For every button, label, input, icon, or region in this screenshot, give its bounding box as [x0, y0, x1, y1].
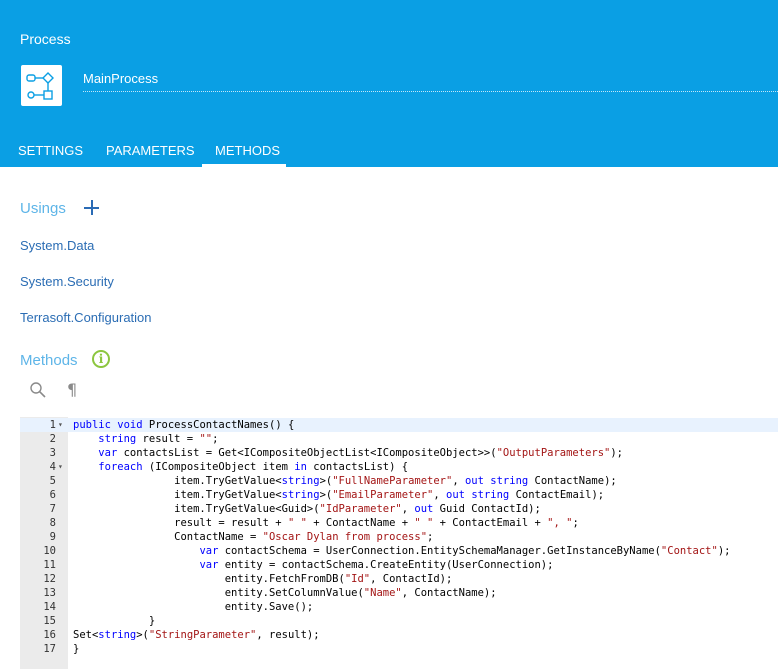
add-using-plus-icon[interactable] — [84, 200, 99, 215]
process-header: Process MainProcess SETTINGS PARAMETERS … — [0, 0, 778, 167]
line-number: 9 — [49, 531, 56, 543]
line-number: 13 — [43, 587, 56, 599]
line-number: 14 — [43, 601, 56, 613]
code-line[interactable]: 12 entity.FetchFromDB("Id", ContactId); — [20, 572, 778, 586]
code-line[interactable]: 9 ContactName = "Oscar Dylan from proces… — [20, 530, 778, 544]
code-text: foreach (ICompositeObject item in contac… — [98, 461, 409, 473]
tab-methods[interactable]: METHODS — [215, 143, 280, 158]
search-icon[interactable] — [29, 381, 47, 399]
process-name-field[interactable]: MainProcess — [83, 71, 158, 86]
code-text: item.TryGetValue<string>("EmailParameter… — [73, 489, 605, 501]
line-number: 4 — [49, 461, 56, 473]
line-number: 12 — [43, 573, 56, 585]
code-line[interactable]: 8 result = result + " " + ContactName + … — [20, 516, 778, 530]
usings-title: Usings — [20, 200, 66, 217]
line-number: 5 — [49, 475, 56, 487]
using-item-terrasoft-configuration[interactable]: Terrasoft.Configuration — [20, 310, 152, 325]
fold-arrow-icon[interactable]: ▾ — [58, 418, 63, 432]
code-text: item.TryGetValue<Guid>("IdParameter", ou… — [73, 503, 541, 515]
code-editor[interactable]: 1 ▾ public void ProcessContactNames() {2 s… — [20, 417, 778, 669]
code-line[interactable]: 10 var contactSchema = UserConnection.En… — [20, 544, 778, 558]
code-text: entity.Save(); — [73, 601, 314, 613]
code-text: var entity = contactSchema.CreateEntity(… — [199, 559, 554, 571]
code-text: } — [73, 615, 156, 627]
line-number: 10 — [43, 545, 56, 557]
code-text: var contactsList = Get<ICompositeObjectL… — [98, 447, 624, 459]
code-line[interactable]: 11 var entity = contactSchema.CreateEnti… — [20, 558, 778, 572]
code-line[interactable]: 6 item.TryGetValue<string>("EmailParamet… — [20, 488, 778, 502]
code-text: public void ProcessContactNames() { — [73, 419, 295, 431]
code-text: } — [73, 643, 80, 655]
code-line[interactable]: 4 ▾ foreach (ICompositeObject item in con… — [20, 460, 778, 474]
code-line[interactable]: 3 var contactsList = Get<ICompositeObjec… — [20, 446, 778, 460]
code-line[interactable]: 15 } — [20, 614, 778, 628]
line-number: 11 — [43, 559, 56, 571]
code-line[interactable]: 14 entity.Save(); — [20, 600, 778, 614]
header-title: Process — [20, 31, 71, 47]
code-text: var contactSchema = UserConnection.Entit… — [199, 545, 731, 557]
tab-settings[interactable]: SETTINGS — [18, 143, 83, 158]
process-diagram-icon[interactable] — [21, 65, 62, 106]
line-number: 16 — [43, 629, 56, 641]
code-line[interactable]: 1 ▾ public void ProcessContactNames() { — [20, 418, 778, 432]
fold-arrow-icon[interactable]: ▾ — [58, 460, 63, 474]
active-tab-indicator — [202, 164, 286, 167]
code-text: Set<string>("StringParameter", result); — [73, 629, 320, 641]
code-line[interactable]: 16 Set<string>("StringParameter", result)… — [20, 628, 778, 642]
code-line[interactable]: 2 string result = ""; — [20, 432, 778, 446]
line-number: 2 — [49, 433, 56, 445]
code-text: ContactName = "Oscar Dylan from process"… — [73, 531, 434, 543]
code-text: string result = ""; — [98, 433, 219, 445]
pilcrow-icon[interactable]: ¶ — [67, 381, 85, 399]
process-name-underline — [83, 91, 778, 92]
code-text: entity.SetColumnValue("Name", ContactNam… — [73, 587, 497, 599]
line-number: 7 — [49, 503, 56, 515]
code-line[interactable]: 17} — [20, 642, 778, 656]
code-text: result = result + " " + ContactName + " … — [73, 517, 579, 529]
code-line[interactable]: 7 item.TryGetValue<Guid>("IdParameter", … — [20, 502, 778, 516]
code-text: entity.FetchFromDB("Id", ContactId); — [73, 573, 453, 585]
code-text: item.TryGetValue<string>("FullNameParame… — [73, 475, 617, 487]
code-line[interactable]: 5 item.TryGetValue<string>("FullNamePara… — [20, 474, 778, 488]
line-number: 15 — [43, 615, 56, 627]
line-number: 6 — [49, 489, 56, 501]
tab-parameters[interactable]: PARAMETERS — [106, 143, 195, 158]
line-number: 1 — [49, 419, 56, 431]
info-icon[interactable]: i — [92, 350, 110, 368]
methods-title: Methods — [20, 352, 78, 369]
line-number: 17 — [43, 643, 56, 655]
code-line[interactable]: 13 entity.SetColumnValue("Name", Contact… — [20, 586, 778, 600]
using-item-system-security[interactable]: System.Security — [20, 274, 114, 289]
using-item-system-data[interactable]: System.Data — [20, 238, 94, 253]
line-number: 8 — [49, 517, 56, 529]
line-number: 3 — [49, 447, 56, 459]
